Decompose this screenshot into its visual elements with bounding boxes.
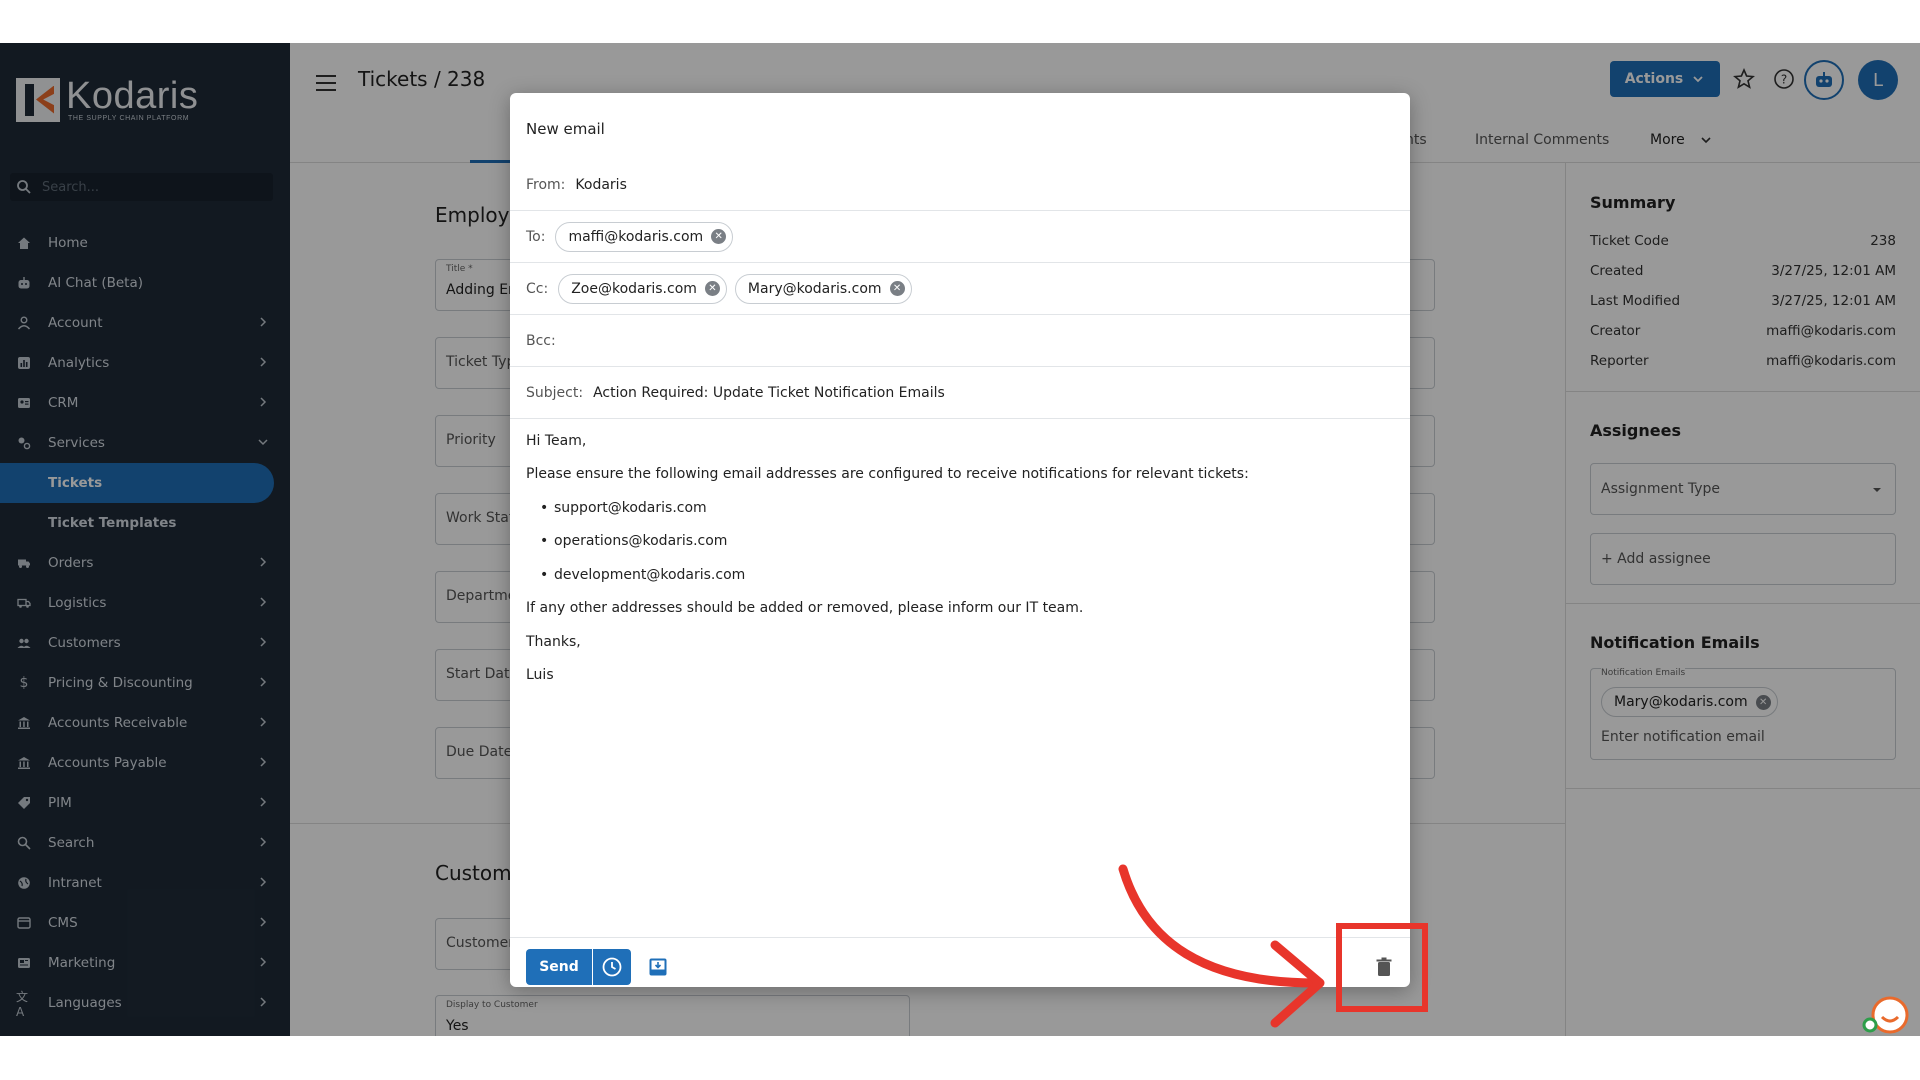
body-closing: Thanks, <box>526 634 581 650</box>
cc-recipient-chip: Mary@kodaris.com ✕ <box>734 273 912 304</box>
remove-chip-icon[interactable]: ✕ <box>889 281 905 296</box>
body-list-item: development@kodaris.com <box>540 567 745 583</box>
annotation-arrow <box>1118 864 1325 1028</box>
subject-value: Action Required: Update Ticket Notificat… <box>593 384 945 401</box>
download-box-icon <box>649 958 667 976</box>
cc-recipient-chip: Zoe@kodaris.com ✕ <box>558 273 727 304</box>
schedule-send-button[interactable] <box>593 949 631 985</box>
to-recipient-chip: maffi@kodaris.com ✕ <box>555 221 734 252</box>
body-list-item: operations@kodaris.com <box>540 533 727 549</box>
from-row: From: Kodaris <box>510 159 1410 211</box>
body-list-item: support@kodaris.com <box>540 500 707 516</box>
cc-row[interactable]: Cc: Zoe@kodaris.com ✕ Mary@kodaris.com ✕ <box>510 263 1410 315</box>
from-value: Kodaris <box>575 176 627 193</box>
chat-widget-icon[interactable] <box>1862 991 1910 1036</box>
new-email-dialog: New email From: Kodaris To: maffi@kodari… <box>510 93 1410 987</box>
body-paragraph: If any other addresses should be added o… <box>526 600 1084 616</box>
to-label: To: <box>526 228 546 245</box>
from-label: From: <box>526 176 566 193</box>
chip-text: Mary@kodaris.com <box>747 280 882 297</box>
body-greeting: Hi Team, <box>526 433 587 449</box>
app-window: Kodaris THE SUPPLY CHAIN PLATFORM Home A… <box>0 43 1920 1036</box>
chip-text: Zoe@kodaris.com <box>571 280 697 297</box>
body-paragraph: Please ensure the following email addres… <box>526 466 1249 482</box>
subject-row[interactable]: Subject: Action Required: Update Ticket … <box>510 367 1410 419</box>
send-button[interactable]: Send <box>526 949 592 985</box>
insert-attachment-button[interactable] <box>646 955 670 979</box>
chip-text: maffi@kodaris.com <box>568 228 704 245</box>
to-row[interactable]: To: maffi@kodaris.com ✕ <box>510 211 1410 263</box>
subject-label: Subject: <box>526 384 584 401</box>
dialog-title: New email <box>526 120 605 138</box>
cc-label: Cc: <box>526 280 549 297</box>
annotation-highlight-box <box>1336 923 1428 1012</box>
bcc-label: Bcc: <box>526 332 556 349</box>
bcc-row[interactable]: Bcc: <box>510 315 1410 367</box>
remove-chip-icon[interactable]: ✕ <box>711 229 727 244</box>
remove-chip-icon[interactable]: ✕ <box>704 281 720 296</box>
body-signature: Luis <box>526 667 554 683</box>
clock-icon <box>602 957 622 977</box>
